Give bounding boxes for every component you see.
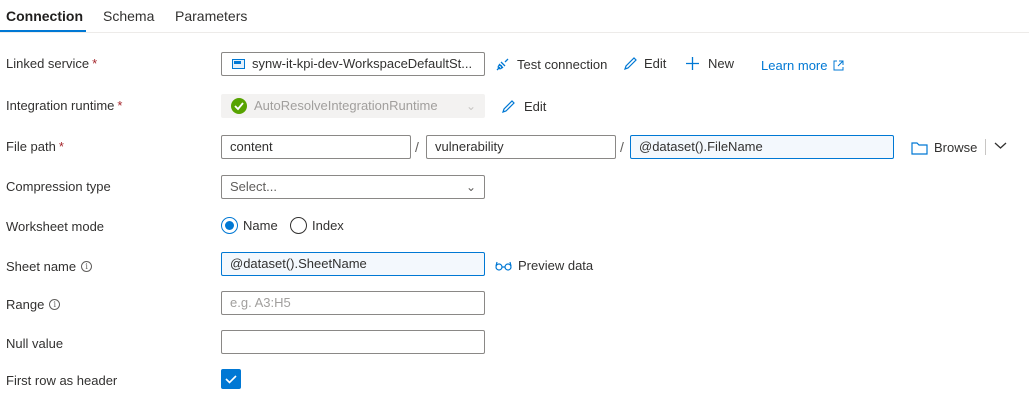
file-path-label: File path * (6, 139, 64, 154)
tab-connection[interactable]: Connection (6, 8, 83, 24)
new-linked-service-button[interactable]: New (685, 56, 734, 71)
test-connection-label: Test connection (517, 57, 608, 72)
active-tab-indicator (0, 30, 86, 32)
chevron-down-icon: ⌄ (465, 180, 476, 194)
checkmark-icon (225, 375, 237, 384)
linked-service-value: synw-it-kpi-dev-WorkspaceDefaultSt... (252, 56, 473, 71)
radio-index[interactable]: Index (290, 217, 344, 234)
browse-options-chevron[interactable] (994, 139, 1007, 152)
edit-runtime-button[interactable]: Edit (501, 99, 546, 114)
browse-button[interactable]: Browse (911, 140, 977, 155)
range-input[interactable]: e.g. A3:H5 (221, 291, 485, 315)
divider (985, 139, 986, 155)
radio-name[interactable]: Name (221, 217, 278, 234)
info-icon[interactable]: i (49, 299, 61, 310)
path-separator: / (620, 139, 624, 155)
folder-icon (911, 141, 928, 155)
edit-label: Edit (524, 99, 547, 114)
check-circle-icon (231, 98, 247, 114)
storage-icon (232, 59, 245, 69)
glasses-icon (495, 261, 512, 271)
external-link-icon (833, 60, 844, 71)
radio-selected-icon (221, 217, 238, 234)
browse-label: Browse (934, 140, 978, 155)
container-input[interactable]: content (221, 135, 411, 159)
chevron-down-icon: ⌄ (465, 99, 476, 113)
path-separator: / (415, 139, 419, 155)
directory-input[interactable]: vulnerability (426, 135, 616, 159)
edit-label: Edit (644, 56, 667, 71)
first-row-header-label: First row as header (6, 373, 118, 388)
tab-parameters[interactable]: Parameters (175, 8, 247, 24)
range-placeholder: e.g. A3:H5 (230, 295, 291, 310)
compression-placeholder: Select... (230, 179, 277, 194)
integration-runtime-label: Integration runtime * (6, 98, 123, 113)
compression-type-label: Compression type (6, 179, 111, 194)
radio-unselected-icon (290, 217, 307, 234)
linked-service-label: Linked service * (6, 56, 98, 71)
preview-data-label: Preview data (518, 258, 594, 273)
plug-icon (496, 58, 509, 71)
tab-schema[interactable]: Schema (103, 8, 154, 24)
range-label: Range i (6, 297, 61, 312)
pencil-icon (624, 57, 637, 70)
radio-label: Name (243, 218, 278, 233)
file-name-input[interactable]: @dataset().FileName (630, 135, 894, 159)
learn-more-link[interactable]: Learn more (761, 58, 844, 73)
chevron-down-icon (994, 142, 1007, 149)
worksheet-mode-label: Worksheet mode (6, 219, 105, 234)
null-value-input[interactable] (221, 330, 485, 354)
new-label: New (708, 56, 735, 71)
sheet-name-label: Sheet name i (6, 259, 93, 274)
sheet-name-input[interactable]: @dataset().SheetName (221, 252, 485, 276)
compression-type-dropdown[interactable]: Select... ⌄ (221, 175, 485, 199)
edit-linked-service-button[interactable]: Edit (623, 56, 666, 71)
plus-icon (686, 57, 699, 70)
info-icon[interactable]: i (81, 261, 93, 272)
learn-more-label: Learn more (761, 58, 828, 73)
preview-data-button[interactable]: Preview data (495, 258, 593, 273)
integration-runtime-value: AutoResolveIntegrationRuntime (254, 98, 438, 113)
test-connection-button[interactable]: Test connection (494, 56, 607, 73)
tab-bar: Connection Schema Parameters (0, 0, 1029, 33)
integration-runtime-dropdown[interactable]: AutoResolveIntegrationRuntime ⌄ (221, 94, 485, 118)
radio-label: Index (312, 218, 344, 233)
pencil-icon (502, 100, 515, 113)
linked-service-dropdown[interactable]: synw-it-kpi-dev-WorkspaceDefaultSt... (221, 52, 485, 76)
null-value-label: Null value (6, 336, 64, 351)
first-row-header-checkbox[interactable] (221, 369, 241, 389)
